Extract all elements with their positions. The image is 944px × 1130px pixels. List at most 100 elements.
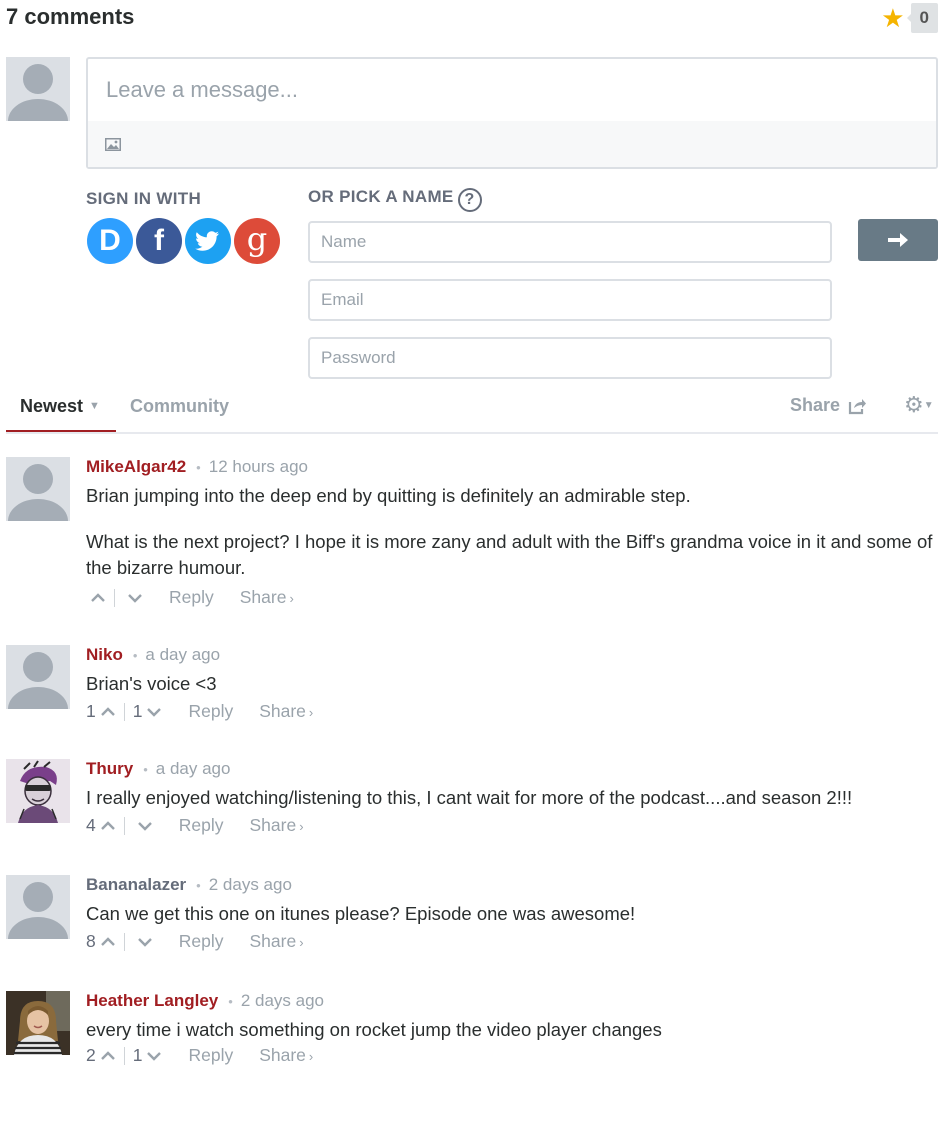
arrow-right-icon [888, 233, 908, 247]
vote-divider [123, 816, 125, 835]
chevron-up-icon [100, 820, 115, 830]
star-icon[interactable]: ★ [881, 4, 904, 32]
email-field[interactable] [308, 279, 832, 321]
sort-nav-bar: Newest ▼ Community Share ⚙▼ [6, 388, 938, 434]
chevron-down-icon [137, 821, 152, 831]
comment-timestamp[interactable]: a day ago [156, 759, 231, 778]
recommend-button[interactable]: ★ 0 [881, 3, 938, 33]
share-comment-label: Share [259, 701, 306, 721]
comment-author[interactable]: MikeAlgar42 [86, 457, 186, 476]
commenter-avatar[interactable] [6, 875, 70, 939]
meta-separator: • [196, 460, 201, 475]
upvote-button[interactable]: 4 [86, 815, 116, 836]
comment-author[interactable]: Thury [86, 759, 133, 778]
reply-link[interactable]: Reply [188, 1045, 233, 1066]
downvote-button[interactable] [133, 937, 153, 947]
comment-footer: 8 Reply Share › [86, 931, 304, 952]
downvote-button[interactable] [133, 821, 153, 831]
sign-in-label: SIGN IN WITH [86, 189, 202, 208]
reply-link[interactable]: Reply [179, 931, 224, 952]
chevron-up-icon [100, 936, 115, 946]
twitter-bird-icon [195, 231, 219, 251]
chevron-down-icon [147, 707, 162, 717]
gear-icon: ⚙ [904, 392, 924, 417]
downvote-button[interactable]: 1 [133, 1045, 163, 1066]
share-comment-link[interactable]: Share › [240, 587, 294, 608]
vote-divider [123, 932, 125, 951]
pick-name-label: OR PICK A NAME? [308, 187, 482, 212]
comment-timestamp[interactable]: a day ago [145, 645, 220, 664]
pick-name-text: OR PICK A NAME [308, 187, 454, 206]
share-thread-label: Share [790, 395, 841, 415]
comment-author[interactable]: Niko [86, 645, 123, 664]
comment-paragraph: Brian jumping into the deep end by quitt… [86, 485, 691, 506]
google-login-button[interactable]: g [234, 218, 280, 264]
facebook-login-button[interactable]: f [136, 218, 182, 264]
comment-paragraph: every time i watch something on rocket j… [86, 1019, 662, 1040]
share-comment-link[interactable]: Share › [259, 1045, 313, 1066]
chevron-right-icon: › [308, 705, 314, 720]
upvote-button[interactable]: 2 [86, 1045, 116, 1066]
image-upload-icon[interactable] [105, 138, 121, 151]
caret-down-icon: ▼ [89, 400, 100, 412]
comment-footer: 1 1 Reply Share › [86, 701, 313, 722]
comment-author[interactable]: Heather Langley [86, 991, 218, 1010]
commenter-avatar[interactable] [6, 645, 70, 709]
comment-timestamp[interactable]: 2 days ago [241, 991, 324, 1010]
current-user-avatar[interactable] [6, 57, 70, 121]
chevron-right-icon: › [299, 935, 304, 950]
comment-timestamp[interactable]: 12 hours ago [209, 457, 308, 476]
submit-button[interactable] [858, 219, 938, 261]
twitter-login-button[interactable] [185, 218, 231, 264]
chevron-down-icon [128, 593, 142, 603]
downvote-button[interactable]: 1 [133, 701, 163, 722]
downvote-count: 1 [132, 1045, 143, 1065]
comment-author[interactable]: Bananalazer [86, 875, 186, 894]
recommend-pointer [906, 14, 911, 22]
comment-composer[interactable] [86, 57, 938, 169]
chevron-up-icon [100, 1050, 115, 1060]
meta-separator: • [196, 878, 201, 893]
reply-link[interactable]: Reply [179, 815, 224, 836]
meta-separator: • [132, 648, 138, 663]
default-avatar-icon [6, 457, 70, 521]
share-comment-link[interactable]: Share › [249, 815, 303, 836]
disqus-login-button[interactable]: D [87, 218, 133, 264]
upvote-count: 2 [86, 1045, 96, 1065]
share-comment-link[interactable]: Share › [259, 701, 313, 722]
comment-meta: Thury • a day ago [86, 759, 230, 779]
message-input[interactable] [88, 59, 936, 121]
reply-link[interactable]: Reply [188, 701, 233, 722]
disqus-icon: D [99, 224, 121, 257]
recommend-count: 0 [910, 3, 938, 33]
user-photo-avatar-icon [6, 991, 70, 1055]
commenter-avatar[interactable] [6, 991, 70, 1055]
share-thread-button[interactable]: Share [790, 395, 867, 416]
share-comment-link[interactable]: Share › [249, 931, 303, 952]
chevron-down-icon [147, 1051, 162, 1061]
commenter-avatar[interactable] [6, 759, 70, 823]
name-field[interactable] [308, 221, 832, 263]
commenter-avatar[interactable] [6, 457, 70, 521]
default-avatar-icon [6, 645, 70, 709]
downvote-count: 1 [132, 701, 143, 721]
comment-meta: Heather Langley • 2 days ago [86, 991, 324, 1011]
comment-paragraph: What is the next project? I hope it is m… [86, 531, 933, 578]
help-icon[interactable]: ? [457, 188, 482, 212]
tab-newest[interactable]: Newest ▼ [20, 396, 100, 417]
tab-community[interactable]: Community [130, 396, 229, 417]
chevron-up-icon [100, 706, 115, 716]
comment-body: Brian jumping into the deep end by quitt… [86, 483, 936, 581]
upvote-button[interactable]: 8 [86, 931, 116, 952]
downvote-button[interactable] [123, 593, 143, 603]
upvote-button[interactable]: 1 [86, 701, 116, 722]
reply-link[interactable]: Reply [169, 587, 214, 608]
share-comment-label: Share [249, 815, 297, 835]
password-field[interactable] [308, 337, 832, 379]
settings-gear-button[interactable]: ⚙▼ [904, 392, 934, 418]
comment-body: Can we get this one on itunes please? Ep… [86, 901, 936, 927]
meta-separator: • [228, 994, 233, 1009]
default-avatar-icon [6, 57, 70, 121]
comment-timestamp[interactable]: 2 days ago [209, 875, 292, 894]
upvote-button[interactable] [86, 592, 106, 603]
